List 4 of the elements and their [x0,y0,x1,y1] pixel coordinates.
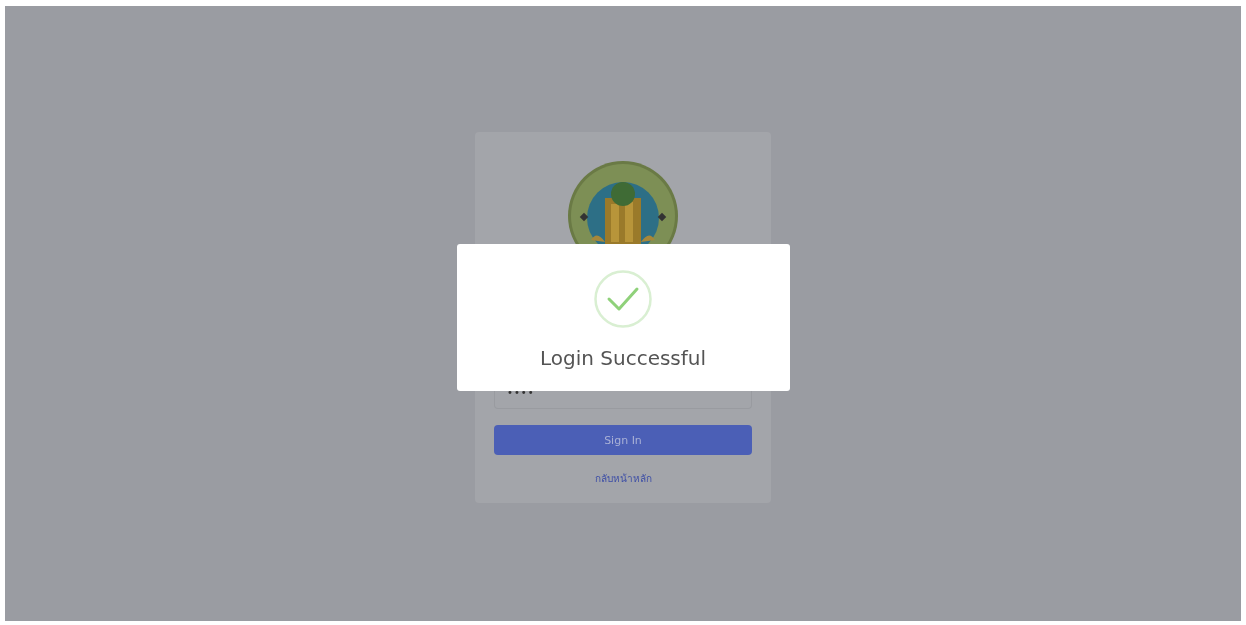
dialog-message: Login Successful [539,346,707,370]
back-home-link[interactable]: กลับหน้าหลัก [594,471,652,486]
checkmark-icon [594,270,652,328]
sign-in-button[interactable]: Sign In [494,425,752,455]
